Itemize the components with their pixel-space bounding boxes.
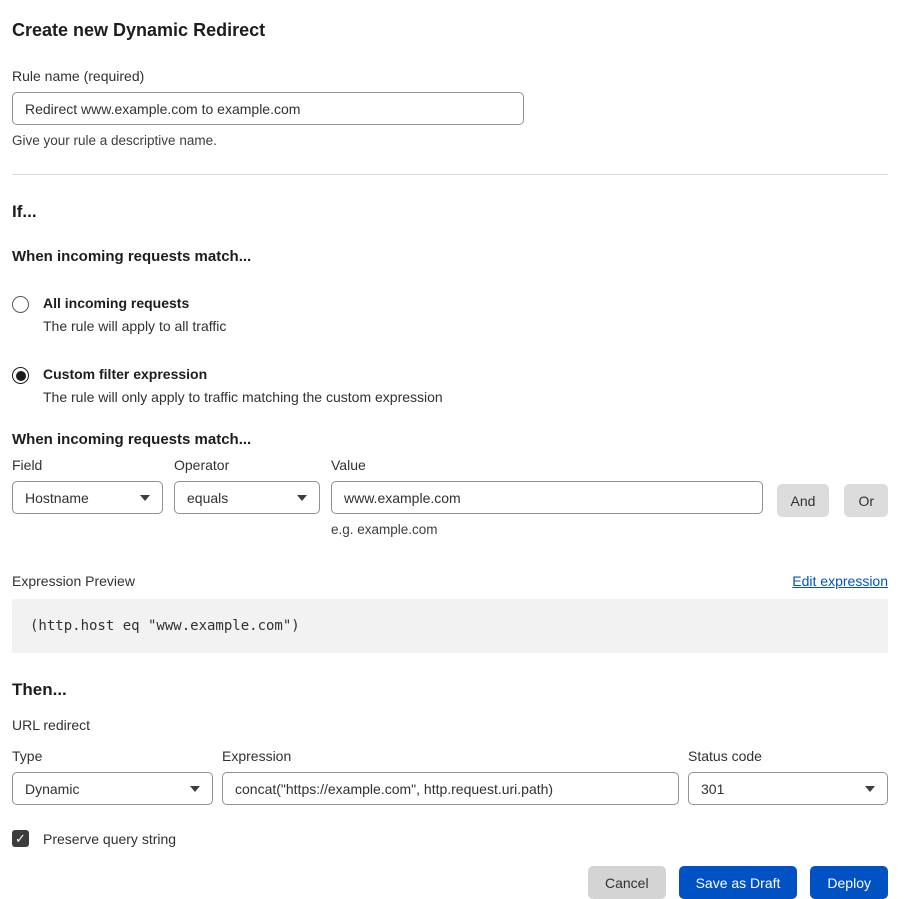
value-help: e.g. example.com bbox=[331, 522, 763, 537]
status-code-label: Status code bbox=[688, 748, 888, 764]
radio-description: The rule will apply to all traffic bbox=[43, 318, 226, 334]
and-button[interactable]: And bbox=[777, 484, 830, 517]
edit-expression-link[interactable]: Edit expression bbox=[792, 573, 888, 589]
if-heading: If... bbox=[12, 202, 888, 222]
field-select[interactable]: Hostname bbox=[12, 481, 163, 514]
value-input[interactable] bbox=[331, 481, 763, 514]
expression-label: Expression bbox=[222, 748, 679, 764]
then-heading: Then... bbox=[12, 680, 888, 700]
field-label: Field bbox=[12, 457, 163, 473]
radio-icon[interactable] bbox=[12, 296, 29, 313]
rule-name-label: Rule name (required) bbox=[12, 68, 888, 84]
radio-description: The rule will only apply to traffic matc… bbox=[43, 389, 443, 405]
expression-preview-label: Expression Preview bbox=[12, 573, 135, 589]
preserve-query-string-label: Preserve query string bbox=[43, 831, 176, 847]
rule-name-help: Give your rule a descriptive name. bbox=[12, 133, 888, 148]
rule-name-input[interactable] bbox=[12, 92, 524, 125]
operator-select[interactable]: equals bbox=[174, 481, 320, 514]
operator-label: Operator bbox=[174, 457, 320, 473]
radio-label: Custom filter expression bbox=[43, 366, 443, 382]
radio-label: All incoming requests bbox=[43, 295, 226, 311]
status-code-select[interactable]: 301 bbox=[688, 772, 888, 805]
type-select[interactable]: Dynamic bbox=[12, 772, 213, 805]
type-label: Type bbox=[12, 748, 213, 764]
create-redirect-form: Create new Dynamic Redirect Rule name (r… bbox=[0, 0, 907, 899]
field-select-value: Hostname bbox=[25, 490, 89, 506]
filter-builder-row: Field Hostname Operator equals Value e.g… bbox=[12, 457, 888, 537]
section-divider bbox=[12, 174, 888, 175]
status-code-select-value: 301 bbox=[701, 781, 724, 797]
radio-option-custom-filter[interactable]: Custom filter expression The rule will o… bbox=[12, 366, 888, 405]
chevron-down-icon bbox=[140, 495, 150, 501]
url-redirect-label: URL redirect bbox=[12, 717, 888, 733]
filter-match-heading: When incoming requests match... bbox=[12, 431, 888, 448]
type-select-value: Dynamic bbox=[25, 781, 79, 797]
deploy-button[interactable]: Deploy bbox=[810, 866, 888, 899]
or-button[interactable]: Or bbox=[844, 484, 888, 517]
expression-preview-code: (http.host eq "www.example.com") bbox=[12, 599, 888, 653]
chevron-down-icon bbox=[865, 786, 875, 792]
value-label: Value bbox=[331, 457, 763, 473]
page-title: Create new Dynamic Redirect bbox=[12, 20, 888, 41]
preserve-query-string-option[interactable]: ✓ Preserve query string bbox=[12, 830, 888, 847]
radio-option-all-requests[interactable]: All incoming requests The rule will appl… bbox=[12, 295, 888, 334]
radio-icon[interactable] bbox=[12, 367, 29, 384]
expression-preview-header: Expression Preview Edit expression bbox=[12, 573, 888, 589]
redirect-expression-input[interactable] bbox=[222, 772, 679, 805]
form-footer: Cancel Save as Draft Deploy bbox=[12, 866, 888, 899]
match-heading: When incoming requests match... bbox=[12, 248, 888, 265]
redirect-settings-row: Type Dynamic Expression Status code 301 bbox=[12, 748, 888, 805]
save-as-draft-button[interactable]: Save as Draft bbox=[679, 866, 798, 899]
chevron-down-icon bbox=[190, 786, 200, 792]
operator-select-value: equals bbox=[187, 490, 228, 506]
chevron-down-icon bbox=[297, 495, 307, 501]
cancel-button[interactable]: Cancel bbox=[588, 866, 666, 899]
checkbox-checked-icon[interactable]: ✓ bbox=[12, 830, 29, 847]
